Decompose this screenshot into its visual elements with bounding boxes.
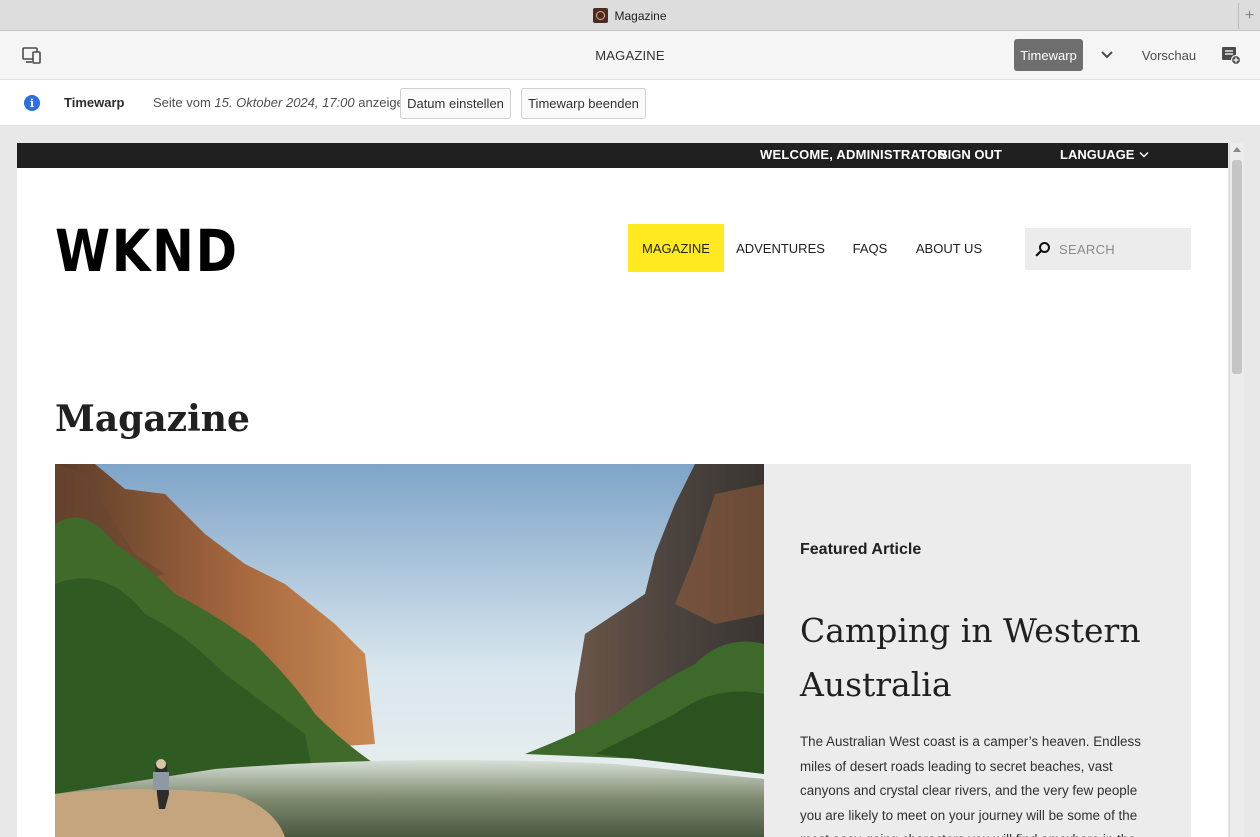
annotation-icon[interactable] — [1221, 45, 1241, 65]
chevron-down-icon — [1101, 51, 1113, 59]
end-timewarp-button[interactable]: Timewarp beenden — [521, 88, 646, 119]
site-topbar: WELCOME, ADMINISTRATOR SIGN OUT LANGUAGE — [17, 143, 1228, 168]
nav-item-faqs[interactable]: FAQS — [843, 224, 897, 272]
sign-out-link[interactable]: SIGN OUT — [939, 147, 1002, 162]
page-scrollbar[interactable] — [1229, 143, 1244, 837]
welcome-text: WELCOME, ADMINISTRATOR — [760, 147, 947, 162]
nav-item-magazine[interactable]: MAGAZINE — [628, 224, 724, 272]
language-label: LANGUAGE — [1060, 147, 1135, 162]
site-search — [1025, 228, 1191, 270]
featured-label: Featured Article — [800, 541, 922, 558]
timewarp-label: Timewarp — [64, 95, 125, 110]
mode-dropdown-button[interactable] — [1097, 45, 1117, 65]
browser-tab[interactable]: Magazine — [0, 0, 1260, 31]
timewarp-button[interactable]: Timewarp — [1014, 39, 1083, 71]
featured-article-image[interactable] — [55, 464, 764, 837]
search-icon — [1035, 242, 1050, 257]
chevron-down-icon — [1139, 151, 1149, 157]
scroll-thumb[interactable] — [1232, 160, 1242, 374]
info-icon: i — [24, 95, 40, 111]
favicon-icon — [593, 8, 609, 23]
timewarp-date: 15. Oktober 2024, 17:00 — [214, 95, 355, 110]
nav-item-adventures[interactable]: ADVENTURES — [733, 224, 828, 272]
timewarp-message: Seite vom 15. Oktober 2024, 17:00 anzeig… — [153, 95, 411, 110]
featured-body: The Australian West coast is a camper’s … — [800, 734, 1141, 837]
timewarp-info-bar: i Timewarp Seite vom 15. Oktober 2024, 1… — [0, 80, 1260, 126]
nav-item-about-us[interactable]: ABOUT US — [910, 224, 988, 272]
page-heading: Magazine — [55, 398, 250, 440]
site-logo[interactable]: WKND — [55, 222, 239, 280]
featured-title[interactable]: Camping in Western Australia — [800, 604, 1160, 712]
language-selector[interactable]: LANGUAGE — [1060, 147, 1149, 162]
browser-tab-bar: Magazine + — [0, 0, 1260, 31]
new-tab-button[interactable]: + — [1238, 3, 1260, 29]
scroll-up-arrow[interactable] — [1233, 147, 1241, 152]
message-prefix: Seite vom — [153, 95, 215, 110]
page-frame: WELCOME, ADMINISTRATOR SIGN OUT LANGUAGE… — [17, 143, 1228, 837]
search-input[interactable] — [1059, 241, 1179, 257]
editor-toolbar: MAGAZINE Timewarp Vorschau — [0, 31, 1260, 80]
tab-title: Magazine — [614, 8, 667, 23]
featured-article-panel: Featured Article Camping in Western Aust… — [764, 464, 1191, 837]
preview-button[interactable]: Vorschau — [1131, 39, 1207, 71]
set-date-button[interactable]: Datum einstellen — [400, 88, 511, 119]
